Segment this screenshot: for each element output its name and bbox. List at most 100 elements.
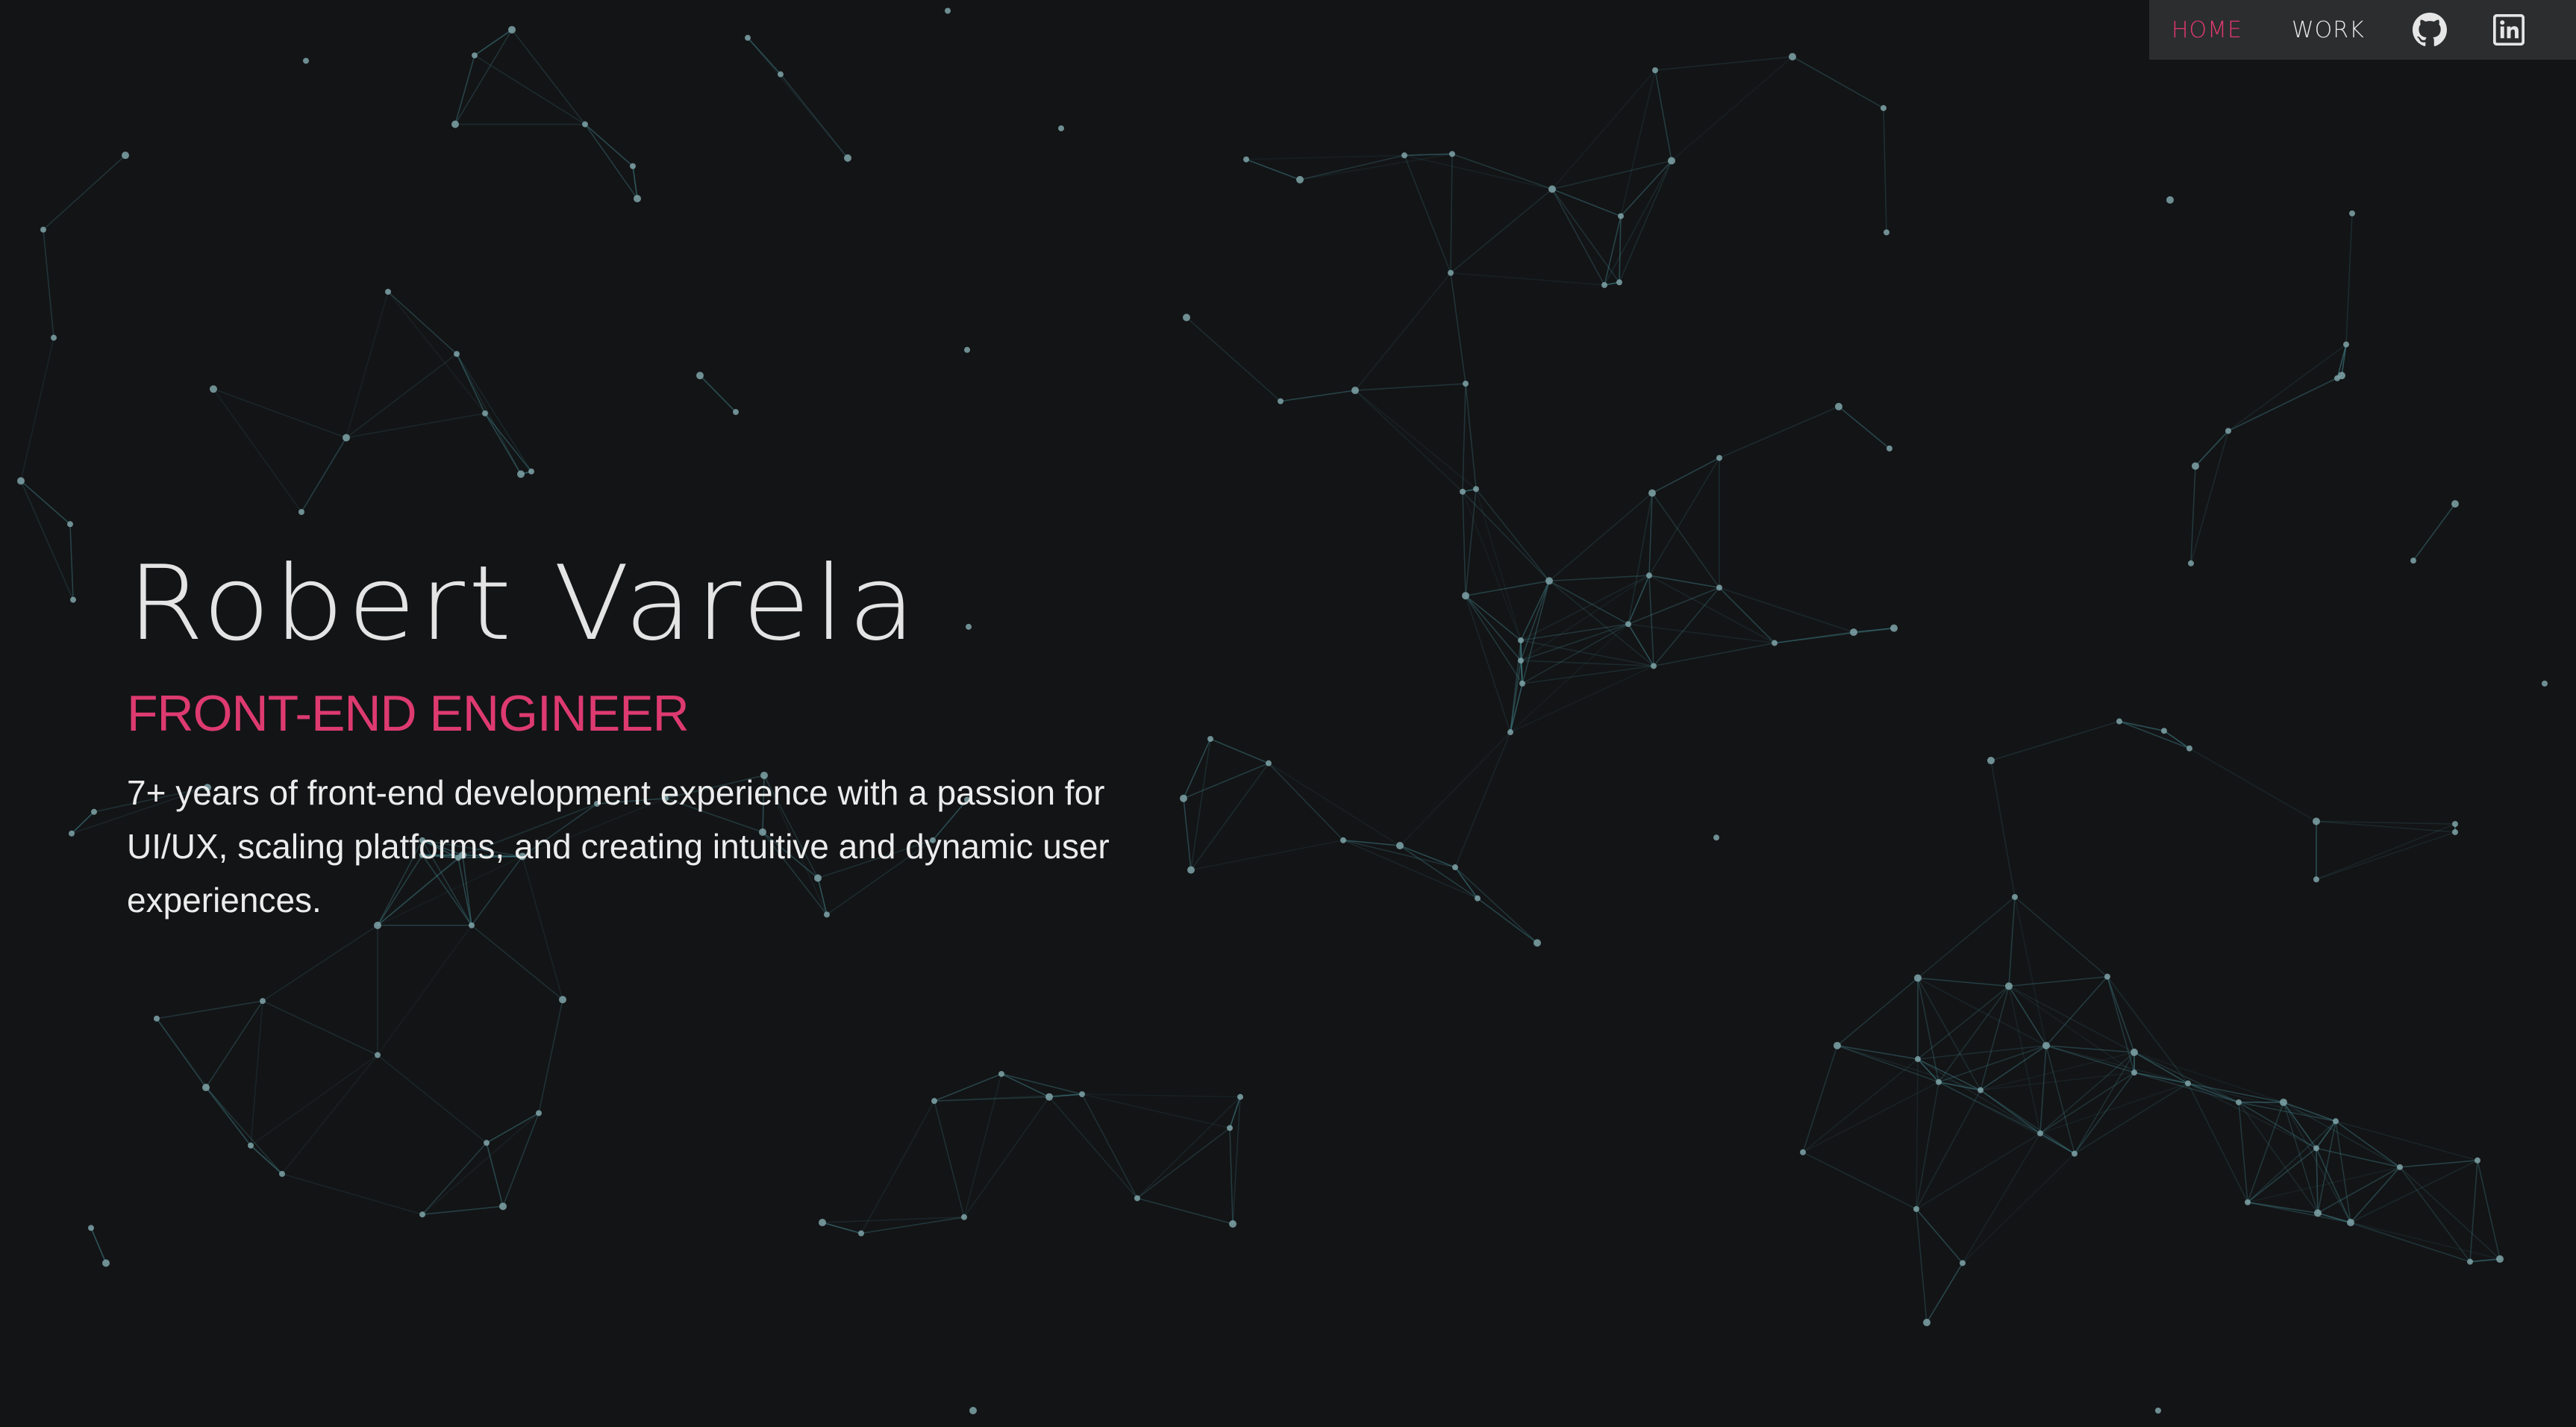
network-link (456, 353, 532, 472)
network-link (377, 1054, 487, 1143)
network-node (1923, 1318, 1931, 1326)
network-link (1653, 587, 1720, 666)
network-link (1001, 1073, 1050, 1098)
network-link (1836, 977, 1919, 1046)
network-link (1001, 1073, 1083, 1095)
network-link (1081, 1093, 1231, 1129)
network-link (1520, 580, 1550, 641)
network-node (1648, 489, 1656, 497)
network-link (1465, 489, 1477, 596)
network-node (844, 154, 851, 162)
network-link (301, 437, 347, 513)
network-link (474, 29, 513, 56)
network-link (1648, 458, 1720, 576)
network-link (1980, 1090, 2041, 1134)
github-link[interactable] (2411, 11, 2448, 49)
network-link (2238, 1102, 2336, 1122)
network-link (1268, 762, 1401, 846)
network-link (205, 1087, 251, 1146)
network-node (298, 508, 304, 515)
network-link (250, 1145, 283, 1175)
network-link (1604, 216, 1622, 286)
network-link (1081, 1093, 1138, 1199)
network-node (1881, 104, 1886, 111)
network-node (1351, 387, 1359, 395)
network-link (1229, 1128, 1234, 1224)
network-link (43, 154, 126, 231)
network-link (43, 229, 54, 338)
network-link (422, 1205, 504, 1215)
network-link (2316, 1148, 2319, 1214)
network-node (2334, 375, 2340, 381)
network-node (210, 385, 217, 393)
network-link (1628, 623, 1654, 666)
network-link (1451, 153, 1553, 190)
network-node (2475, 1157, 2480, 1164)
network-node (279, 1170, 285, 1177)
network-link (2189, 748, 2317, 822)
nav-work-link[interactable]: WORK (2292, 17, 2365, 43)
network-node (2155, 1408, 2161, 1414)
network-node (819, 1219, 826, 1227)
network-node (1646, 572, 1652, 579)
network-node (385, 288, 391, 295)
network-link (422, 1142, 487, 1215)
network-link (2119, 720, 2190, 749)
network-link (281, 1173, 423, 1215)
network-node (1229, 1220, 1237, 1228)
network-node (2313, 1145, 2319, 1152)
network-link (1137, 1096, 1241, 1199)
network-node (1473, 486, 1479, 493)
network-node (1545, 577, 1553, 585)
network-link (346, 353, 457, 439)
network-node (1625, 621, 1631, 628)
network-node (2042, 1041, 2050, 1049)
network-node (482, 410, 488, 416)
network-link (486, 1143, 504, 1207)
network-node (2186, 745, 2192, 752)
network-node (1401, 152, 1407, 159)
network-link (1980, 1052, 2135, 1091)
network-link (1802, 1152, 1917, 1210)
network-link (474, 54, 586, 125)
network-link (250, 1001, 263, 1146)
network-link (2039, 1132, 2075, 1155)
network-node (2116, 718, 2122, 725)
network-node (517, 470, 525, 478)
nav-home-link[interactable]: HOME (2172, 17, 2242, 43)
network-link (1838, 406, 1890, 449)
network-node (858, 1230, 864, 1237)
network-link (1836, 1045, 1919, 1060)
network-link (1719, 406, 1839, 459)
network-link (262, 925, 378, 1002)
network-node (2005, 982, 2013, 990)
network-link (1354, 383, 1466, 391)
network-link (1551, 160, 1672, 190)
network-link (422, 1112, 540, 1215)
network-node (419, 1211, 425, 1218)
network-node (1883, 229, 1889, 236)
network-node (1340, 837, 1346, 843)
network-link (90, 1227, 107, 1264)
network-link (1916, 1059, 1919, 1209)
network-link (511, 29, 586, 125)
network-node (1237, 1093, 1243, 1100)
network-node (634, 195, 641, 203)
network-node (260, 998, 266, 1005)
network-link (1354, 390, 1463, 493)
network-link (2228, 343, 2347, 432)
hero-description: 7+ years of front-end development experi… (127, 773, 1110, 919)
network-link (1654, 56, 1793, 71)
network-link (2074, 1082, 2189, 1155)
network-link (156, 1000, 263, 1019)
network-node (1463, 381, 1469, 387)
linkedin-link[interactable] (2490, 11, 2527, 49)
network-node (1058, 125, 1064, 131)
network-link (377, 925, 472, 1056)
network-node (961, 1214, 967, 1220)
network-node (1716, 455, 1722, 461)
network-link (963, 1096, 1050, 1218)
network-node (1835, 402, 1842, 410)
network-link (2238, 1102, 2319, 1214)
network-link (1268, 763, 1344, 841)
